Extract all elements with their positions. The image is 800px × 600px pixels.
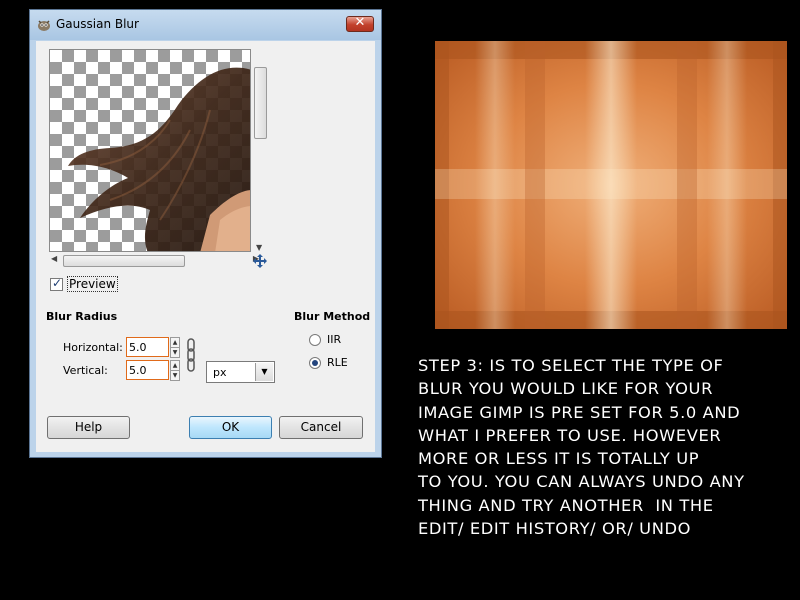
horizontal-spinner[interactable]: ▲ ▼ xyxy=(170,337,180,358)
vertical-scroll-thumb[interactable] xyxy=(254,67,267,139)
chain-link-icon[interactable] xyxy=(185,337,197,373)
iir-label[interactable]: IIR xyxy=(327,333,341,346)
help-button[interactable]: Help xyxy=(47,416,130,439)
scroll-down-arrow-icon[interactable]: ▼ xyxy=(256,243,262,252)
texture-graphic xyxy=(435,41,787,329)
ok-button[interactable]: OK xyxy=(189,416,272,439)
blur-radius-heading: Blur Radius xyxy=(46,310,118,323)
checkmark-icon: ✓ xyxy=(52,276,63,290)
gimp-icon xyxy=(38,20,50,31)
preview-checkbox[interactable]: ✓ xyxy=(50,276,63,291)
window-title: Gaussian Blur xyxy=(56,17,139,31)
horizontal-scroll-thumb[interactable] xyxy=(63,255,185,267)
hair-preview-graphic xyxy=(68,67,250,251)
preview-vertical-scrollbar[interactable]: ▼ xyxy=(252,49,268,252)
vertical-label: Vertical: xyxy=(63,364,108,377)
unit-select[interactable]: px ▼ xyxy=(206,361,275,383)
scroll-left-arrow-icon[interactable]: ◀ xyxy=(51,254,57,263)
iir-radio[interactable] xyxy=(309,334,321,346)
preview-image[interactable] xyxy=(49,49,251,252)
preview-checkbox-label[interactable]: Preview xyxy=(67,276,118,292)
cancel-button[interactable]: Cancel xyxy=(279,416,363,439)
horizontal-radius-input[interactable]: 5.0 xyxy=(126,337,169,357)
close-button[interactable]: ✕ xyxy=(346,15,374,32)
vertical-spinner[interactable]: ▲ ▼ xyxy=(170,360,180,381)
spin-down-icon[interactable]: ▼ xyxy=(170,347,180,358)
dialog-client-area: ▼ ◀ ▶ ✓ Preview Blur Radius Blur Method … xyxy=(36,41,375,452)
preview-horizontal-scrollbar[interactable]: ◀ ▶ xyxy=(49,252,259,268)
radio-selected-dot xyxy=(312,360,318,366)
instructions-text: STEP 3: IS TO SELECT THE TYPE OF BLUR YO… xyxy=(418,356,745,539)
unit-select-value: px xyxy=(213,366,227,379)
rle-label[interactable]: RLE xyxy=(327,356,348,369)
gaussian-blur-dialog: Gaussian Blur ✕ ▼ ◀ ✓ Preview Blur Radiu… xyxy=(29,9,382,458)
rle-radio[interactable] xyxy=(309,357,321,369)
horizontal-label: Horizontal: xyxy=(63,341,123,354)
orange-texture-image xyxy=(435,41,787,329)
close-icon: ✕ xyxy=(354,15,366,30)
spin-down-icon[interactable]: ▼ xyxy=(170,370,180,381)
navigate-icon[interactable] xyxy=(252,253,268,269)
vertical-radius-input[interactable]: 5.0 xyxy=(126,360,169,380)
blur-method-heading: Blur Method xyxy=(294,310,371,323)
title-bar[interactable]: Gaussian Blur ✕ xyxy=(30,10,381,40)
chevron-down-icon[interactable]: ▼ xyxy=(255,363,273,381)
